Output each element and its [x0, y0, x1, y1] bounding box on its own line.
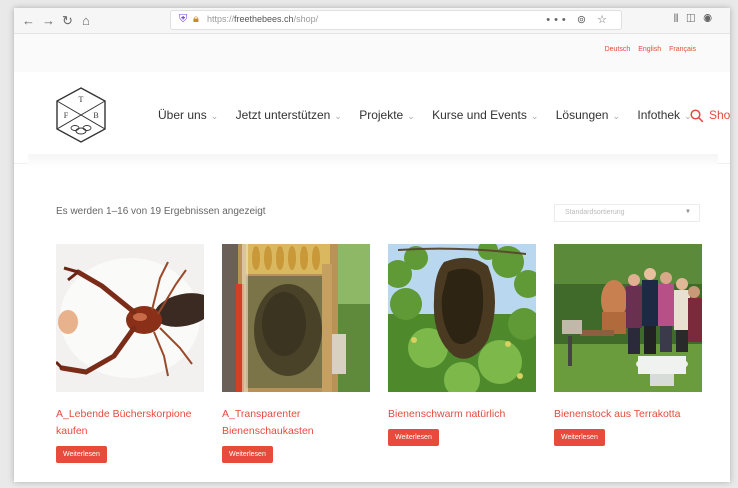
product-title[interactable]: Bienenschwarm natürlich [388, 406, 536, 423]
forward-icon[interactable]: → [42, 13, 55, 29]
chevron-down-icon: ▼ [685, 209, 691, 215]
product-card: Bienenstock aus Terrakotta Weiterlesen [554, 244, 702, 446]
page-actions-menu-icon[interactable]: ••• [546, 14, 570, 26]
chevron-down-icon: ⌄ [530, 111, 539, 121]
read-more-button[interactable]: Weiterlesen [388, 429, 439, 446]
sort-value: Standardsortierung [565, 209, 625, 216]
browser-toolbar: ← → ↻ ⌂ ⛨ 🔒︎ https://freethebees.ch/shop… [14, 8, 730, 34]
product-image-observation-hive[interactable] [222, 244, 370, 392]
toolbar-icons[interactable]: ⫴◫◉ [674, 13, 720, 26]
reload-icon[interactable]: ↻ [62, 13, 73, 29]
lang-francais[interactable]: Français [669, 46, 696, 53]
tracking-shield-icon[interactable]: ⛨ [179, 13, 187, 26]
main-navigation: Über uns ⌄ Jetzt unterstützen ⌄ Projekte ⌄ … [158, 108, 730, 122]
nav-ueber-uns[interactable]: Über uns ⌄ [158, 108, 218, 122]
lang-english[interactable]: English [638, 46, 661, 53]
pocket-icon[interactable]: ⊚ [577, 14, 590, 26]
back-icon[interactable]: ← [22, 13, 35, 29]
product-image-terracotta-hive[interactable] [554, 244, 702, 392]
nav-kurse-und-events[interactable]: Kurse und Events ⌄ [432, 108, 538, 122]
url-text[interactable]: https://freethebees.ch/shop/ [207, 14, 318, 24]
nav-loesungen[interactable]: Lösungen ⌄ [556, 108, 620, 122]
product-card: Bienenschwarm natürlich Weiterlesen [388, 244, 536, 446]
library-icon[interactable]: ⫴ [674, 13, 687, 25]
product-title[interactable]: A_Lebende Bücherskorpione kaufen [56, 406, 204, 440]
read-more-button[interactable]: Weiterlesen [554, 429, 605, 446]
page-actions[interactable]: ••• ⊚ ☆ [546, 13, 611, 26]
sort-dropdown[interactable]: Standardsortierung ▼ [554, 204, 700, 222]
logo-letter-b: B [93, 111, 98, 120]
chevron-down-icon: ⌄ [612, 111, 621, 121]
product-title[interactable]: A_Transparenter Bienenschaukasten [222, 406, 370, 440]
address-bar[interactable]: ⛨ 🔒︎ https://freethebees.ch/shop/ ••• ⊚ … [170, 10, 622, 30]
chevron-down-icon: ⌄ [210, 111, 219, 121]
language-switcher: Deutsch English Français [599, 46, 696, 53]
read-more-button[interactable]: Weiterlesen [222, 446, 273, 463]
read-more-button[interactable]: Weiterlesen [56, 446, 107, 463]
header-shadow [28, 154, 718, 168]
language-bar: Deutsch English Français [14, 34, 730, 72]
product-card: A_Transparenter Bienenschaukasten Weiter… [222, 244, 370, 463]
result-count: Es werden 1–16 von 19 Ergebnissen angeze… [56, 206, 266, 217]
search-icon[interactable] [690, 109, 704, 123]
logo-letter-t: T [79, 95, 84, 104]
chevron-down-icon: ⌄ [407, 111, 415, 121]
browser-window: ← → ↻ ⌂ ⛨ 🔒︎ https://freethebees.ch/shop… [14, 8, 730, 482]
nav-shop[interactable]: Shop [709, 108, 730, 122]
lock-icon[interactable]: 🔒︎ [193, 13, 199, 26]
sidebar-icon[interactable]: ◫ [686, 13, 703, 25]
logo-letter-f: F [64, 111, 69, 120]
chevron-down-icon: ⌄ [334, 111, 342, 121]
lang-deutsch[interactable]: Deutsch [605, 46, 631, 53]
nav-infothek[interactable]: Infothek ⌄ [637, 108, 691, 122]
nav-jetzt-unterstuetzen[interactable]: Jetzt unterstützen ⌄ [236, 108, 342, 122]
site-header: T F B Über uns ⌄ Jetzt unterstützen ⌄ Proj… [14, 72, 730, 164]
account-icon[interactable]: ◉ [703, 13, 720, 25]
bookmark-star-icon[interactable]: ☆ [597, 14, 611, 26]
product-card: A_Lebende Bücherskorpione kaufen Weiterl… [56, 244, 204, 463]
product-image-bee-swarm[interactable] [388, 244, 536, 392]
product-title[interactable]: Bienenstock aus Terrakotta [554, 406, 702, 423]
product-image-pseudoscorpion[interactable] [56, 244, 204, 392]
home-icon[interactable]: ⌂ [82, 13, 90, 29]
free-the-bees-logo[interactable]: T F B [54, 86, 108, 144]
nav-projekte[interactable]: Projekte ⌄ [359, 108, 415, 122]
